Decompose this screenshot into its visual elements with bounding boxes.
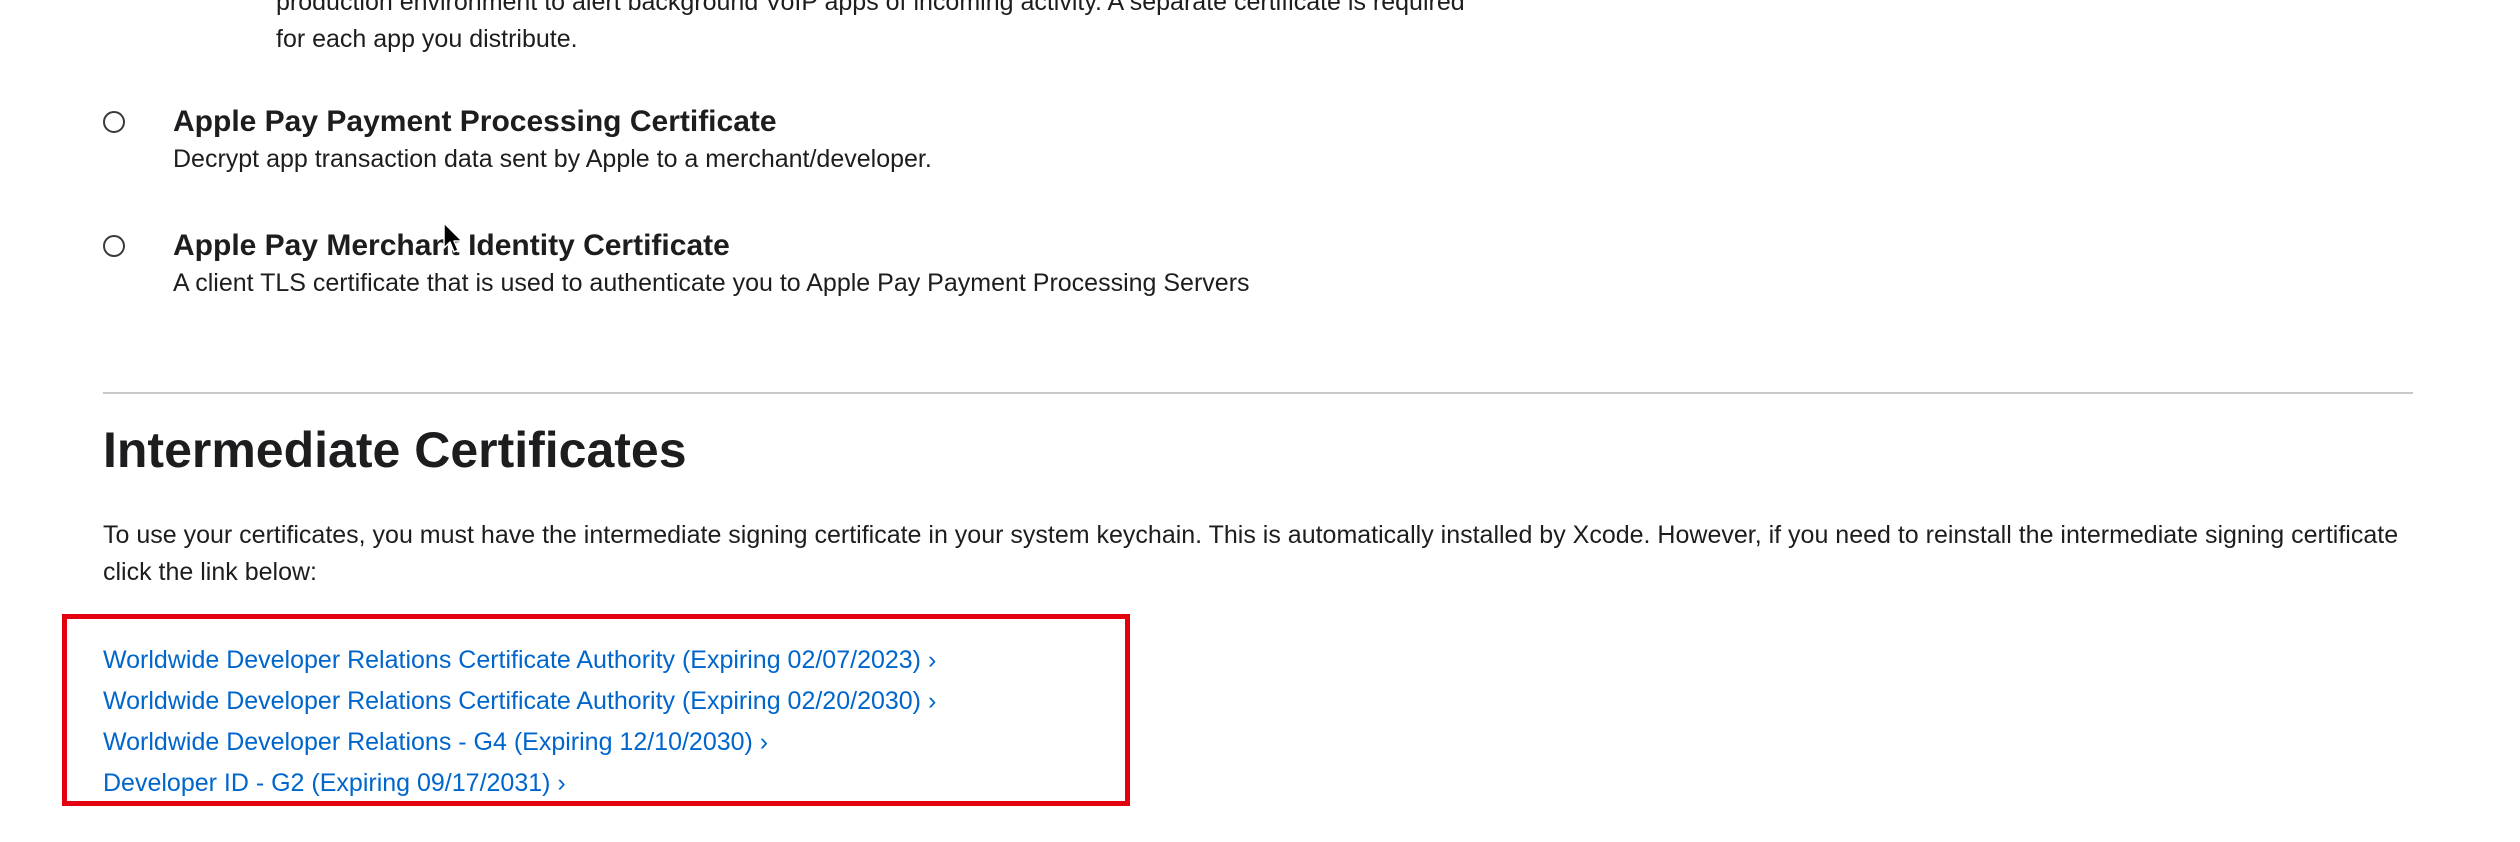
option-title: Apple Pay Payment Processing Certificate [173, 105, 777, 138]
radio-apple-pay-payment-processing[interactable] [103, 111, 125, 133]
option-description: Decrypt app transaction data sent by App… [173, 145, 932, 173]
link-wwdr-g4[interactable]: Worldwide Developer Relations - G4 (Expi… [103, 722, 1303, 763]
mouse-pointer-icon [443, 222, 463, 253]
intermediate-certificates-heading: Intermediate Certificates [103, 422, 687, 478]
option-description: A client TLS certificate that is used to… [173, 269, 1250, 297]
voip-certificate-description: production environment to alert backgrou… [276, 0, 1676, 58]
section-divider [103, 392, 2413, 394]
radio-apple-pay-merchant-identity[interactable] [103, 235, 125, 257]
voip-description-line-2: for each app you distribute. [276, 25, 578, 53]
intermediate-certificate-links: Worldwide Developer Relations Certificat… [103, 640, 1303, 804]
link-wwdr-ca-2023[interactable]: Worldwide Developer Relations Certificat… [103, 640, 1303, 681]
option-apple-pay-merchant-identity[interactable]: Apple Pay Merchant Identity Certificate … [103, 227, 1973, 302]
intermediate-certificates-description: To use your certificates, you must have … [103, 521, 2399, 586]
voip-description-line-1: production environment to alert backgrou… [276, 0, 1465, 16]
link-developer-id-g2[interactable]: Developer ID - G2 (Expiring 09/17/2031) … [103, 763, 1303, 804]
link-wwdr-ca-2030[interactable]: Worldwide Developer Relations Certificat… [103, 681, 1303, 722]
option-apple-pay-payment-processing[interactable]: Apple Pay Payment Processing Certificate… [103, 103, 1973, 178]
